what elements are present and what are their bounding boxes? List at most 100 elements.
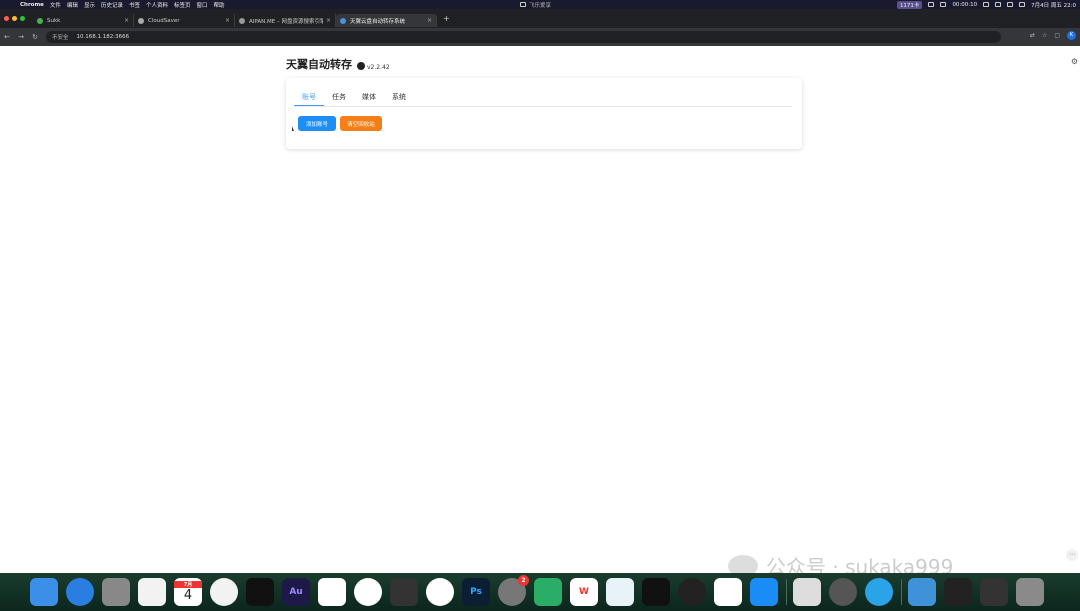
- calendar-month: 7月: [174, 581, 202, 588]
- tab-tianyi[interactable]: 天翼云盘自动转存系统 ×: [336, 14, 437, 27]
- battery-icon[interactable]: [995, 2, 1002, 7]
- browser-toolbar: ← → ↻ 不安全 10.168.1.182:3666 ⇄ ☆ ▢ K: [0, 28, 1080, 46]
- minimize-window-icon[interactable]: [12, 16, 17, 21]
- obs-icon[interactable]: [678, 578, 706, 606]
- safari-icon[interactable]: [66, 578, 94, 606]
- more-icon[interactable]: ⋯: [1066, 549, 1078, 561]
- clock-text[interactable]: 7月4日 周五 22:0: [1031, 1, 1076, 9]
- menu-app-name[interactable]: Chrome: [20, 2, 44, 8]
- system-settings-icon[interactable]: 2: [498, 575, 529, 606]
- capcut-alt-icon[interactable]: [318, 578, 346, 606]
- extensions-icon[interactable]: ▢: [1054, 32, 1060, 39]
- tab-close-icon[interactable]: ×: [326, 17, 331, 24]
- tab-aipan[interactable]: AIPAN.ME – 网盘资源搜索引擎 ×: [235, 14, 336, 27]
- menu-view[interactable]: 显示: [84, 1, 95, 9]
- add-account-button[interactable]: 添加账号: [298, 116, 336, 131]
- preview-icon[interactable]: [793, 578, 821, 606]
- menu-file[interactable]: 文件: [50, 1, 61, 9]
- final-cut-icon[interactable]: [390, 578, 418, 606]
- menu-profiles[interactable]: 个人资料: [146, 1, 168, 9]
- url-text[interactable]: 10.168.1.182:3666: [77, 34, 130, 40]
- finder-icon[interactable]: [30, 578, 58, 606]
- github-icon[interactable]: [357, 62, 365, 70]
- action-buttons: 添加账号 清空回收站: [298, 116, 382, 131]
- trash-icon[interactable]: [1016, 578, 1044, 606]
- toolbar-actions: ⇄ ☆ ▢ K: [1030, 31, 1076, 40]
- window-thumbnail-icon[interactable]: [980, 578, 1008, 606]
- qq-icon[interactable]: [714, 578, 742, 606]
- back-icon[interactable]: ←: [0, 33, 14, 41]
- close-window-icon[interactable]: [4, 16, 9, 21]
- address-bar[interactable]: 不安全 10.168.1.182:3666: [46, 31, 1001, 43]
- folder-icon[interactable]: [908, 578, 936, 606]
- menu-bookmarks[interactable]: 书签: [129, 1, 140, 9]
- nav-tabs: 账号 任务 媒体 系统: [294, 90, 792, 107]
- menu-tabs[interactable]: 标签页: [174, 1, 191, 9]
- tab-favicon-icon: [37, 17, 43, 24]
- tab-tasks[interactable]: 任务: [324, 90, 354, 106]
- mic-icon[interactable]: [928, 2, 935, 7]
- tab-sukk[interactable]: Sukk ×: [33, 14, 134, 27]
- tab-system[interactable]: 系统: [384, 90, 414, 106]
- insecure-label[interactable]: 不安全: [52, 33, 69, 41]
- profile-avatar[interactable]: K: [1067, 31, 1076, 40]
- rec-icon[interactable]: [642, 578, 670, 606]
- version-label: v2.2.42: [367, 64, 390, 71]
- tab-close-icon[interactable]: ×: [124, 17, 129, 24]
- wifi-icon[interactable]: [1007, 2, 1014, 7]
- tab-favicon-icon: [239, 17, 245, 24]
- tab-media[interactable]: 媒体: [354, 90, 384, 106]
- zoom-window-icon[interactable]: [20, 16, 25, 21]
- dock-separator: [901, 579, 902, 605]
- clear-recycle-bin-button[interactable]: 清空回收站: [340, 116, 382, 131]
- menu-history[interactable]: 历史记录: [101, 1, 123, 9]
- volume-icon[interactable]: [983, 2, 990, 7]
- mouse-cursor-icon: [292, 126, 294, 131]
- new-tab-icon[interactable]: +: [443, 14, 450, 28]
- wechat-icon[interactable]: [534, 578, 562, 606]
- calendar-day: 4: [183, 588, 193, 603]
- dock-separator: [786, 579, 787, 605]
- photoshop-icon[interactable]: Ps: [462, 578, 490, 606]
- menu-window[interactable]: 窗口: [197, 1, 208, 9]
- tab-close-icon[interactable]: ×: [225, 17, 230, 24]
- launchpad-icon[interactable]: [102, 578, 130, 606]
- forward-icon[interactable]: →: [14, 33, 28, 41]
- tab-close-icon[interactable]: ×: [427, 17, 432, 24]
- menu-edit[interactable]: 编辑: [67, 1, 78, 9]
- reload-icon[interactable]: ↻: [28, 33, 42, 41]
- audition-icon[interactable]: Au: [282, 578, 310, 606]
- settings-badge: 2: [518, 575, 529, 586]
- app-store-icon[interactable]: [750, 578, 778, 606]
- timer-text[interactable]: 00:00:10: [952, 2, 977, 8]
- screen-icon[interactable]: [940, 2, 947, 7]
- messenger-icon[interactable]: [426, 578, 454, 606]
- terminal-window-icon[interactable]: [944, 578, 972, 606]
- menubar-center: 飞乐爱享: [520, 0, 551, 9]
- screen-record-icon[interactable]: [606, 578, 634, 606]
- tab-favicon-icon: [340, 17, 346, 24]
- calendar-icon[interactable]: 7月 4: [174, 578, 202, 606]
- tab-accounts[interactable]: 账号: [294, 90, 324, 106]
- menu-help[interactable]: 帮助: [214, 1, 225, 9]
- center-app-icon: [520, 2, 526, 7]
- quicktime-icon[interactable]: [829, 578, 857, 606]
- translate-icon[interactable]: ⇄: [1030, 32, 1035, 39]
- telegram-icon[interactable]: [865, 578, 893, 606]
- capcut-icon[interactable]: [246, 578, 274, 606]
- main-card: 账号 任务 媒体 系统 添加账号 清空回收站: [286, 78, 802, 149]
- gear-icon[interactable]: ⚙: [1071, 57, 1078, 66]
- apple-app-icon[interactable]: [354, 578, 382, 606]
- chrome-icon[interactable]: [210, 578, 238, 606]
- wps-icon[interactable]: W: [570, 578, 598, 606]
- window-controls: [4, 16, 25, 21]
- bookmark-star-icon[interactable]: ☆: [1042, 32, 1047, 39]
- tab-label: Sukk: [47, 17, 61, 24]
- macos-menubar: Chrome 文件 编辑 显示 历史记录 书签 个人资料 标签页 窗口 帮助 飞…: [0, 0, 1080, 9]
- status-pill[interactable]: 1171卡: [896, 0, 923, 9]
- page-title: 天翼自动转存: [286, 58, 352, 71]
- search-icon[interactable]: [1019, 2, 1026, 7]
- browser-tabstrip: Sukk × CloudSaver × AIPAN.ME – 网盘资源搜索引擎 …: [0, 9, 1080, 28]
- reminders-icon[interactable]: [138, 578, 166, 606]
- tab-cloudsaver[interactable]: CloudSaver ×: [134, 14, 235, 27]
